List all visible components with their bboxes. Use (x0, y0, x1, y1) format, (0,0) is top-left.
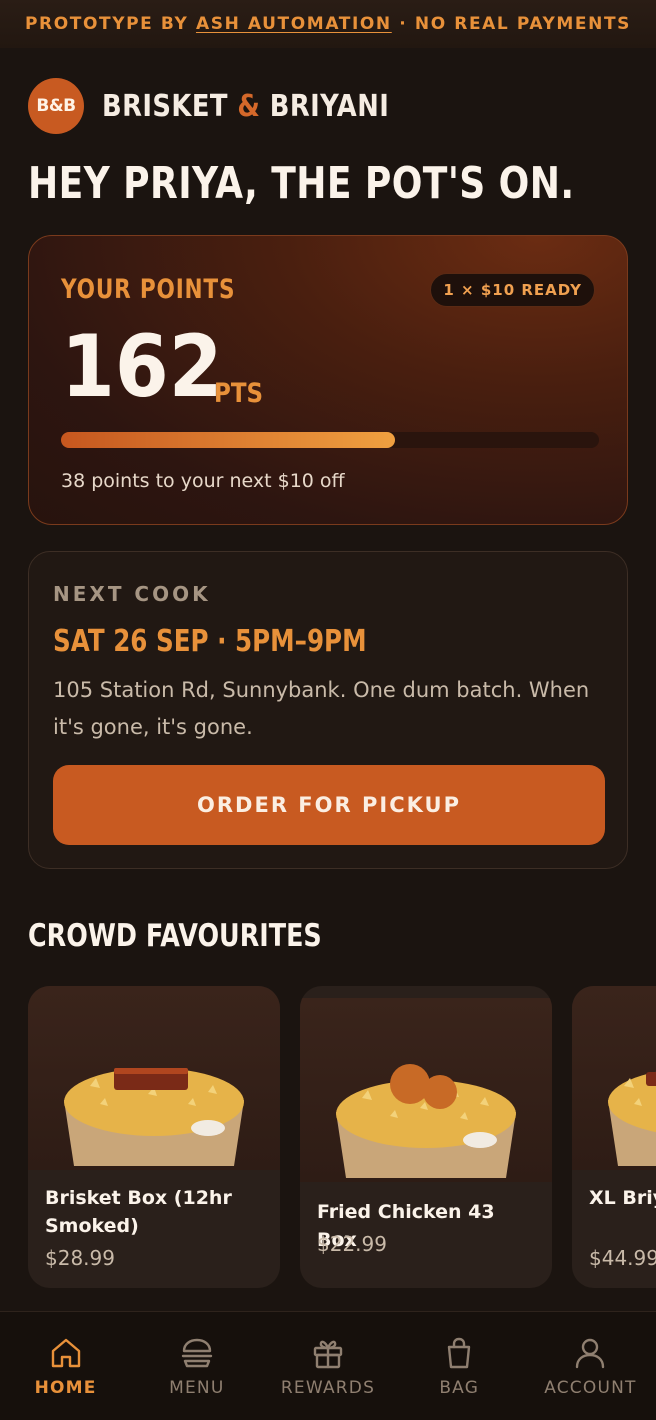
nav-bag[interactable]: BAG (394, 1312, 525, 1420)
brand-header[interactable]: B&B BRISKET & BRIYANI (28, 78, 436, 134)
points-unit: PTS (214, 378, 264, 409)
nav-label: HOME (34, 1378, 97, 1398)
fried-chicken-box-image (300, 998, 552, 1182)
brisket-box-image (28, 986, 280, 1170)
next-cook-date: SAT 26 SEP · 5PM–9PM (53, 624, 367, 659)
nav-home[interactable]: HOME (0, 1312, 131, 1420)
brand-logo: B&B (28, 78, 84, 134)
points-card[interactable]: YOUR POINTS 1 × $10 READY 162 PTS 38 poi… (28, 235, 628, 525)
food-card-xl-briyani[interactable]: XL Briyani Meats $44.99 (572, 986, 656, 1288)
food-card-brisket[interactable]: Brisket Box (12hr Smoked) $28.99 (28, 986, 280, 1288)
burger-icon (181, 1338, 212, 1368)
gift-icon (313, 1340, 343, 1369)
reward-ready-badge[interactable]: 1 × $10 READY (430, 273, 595, 307)
prototype-banner: PROTOTYPE BY ASH AUTOMATION · NO REAL PA… (0, 0, 656, 48)
brand-name: BRISKET & BRIYANI (102, 89, 389, 124)
points-value: 162 (61, 317, 223, 417)
points-note: 38 points to your next $10 off (61, 470, 345, 492)
nav-label: REWARDS (280, 1378, 376, 1398)
banner-prefix: PROTOTYPE BY (24, 14, 189, 34)
ash-automation-link[interactable]: ASH AUTOMATION (196, 14, 392, 34)
points-label: YOUR POINTS (61, 274, 236, 305)
brand-name-part2: BRIYANI (269, 88, 390, 124)
bottom-nav: HOME MENU REWARDS BAG ACCOUNT (0, 1311, 656, 1420)
order-for-pickup-button[interactable]: ORDER FOR PICKUP (53, 765, 605, 845)
brand-ampersand: & (237, 88, 261, 124)
next-cook-card: NEXT COOK SAT 26 SEP · 5PM–9PM 105 Stati… (28, 551, 628, 869)
food-price: $28.99 (45, 1246, 115, 1270)
nav-menu[interactable]: MENU (131, 1312, 262, 1420)
user-icon (576, 1338, 605, 1369)
crowd-favourites-title: CROWD FAVOURITES (28, 918, 322, 954)
food-name: Brisket Box (12hr Smoked) (45, 1187, 232, 1237)
home-icon (51, 1338, 80, 1368)
nav-label: BAG (439, 1378, 480, 1398)
food-price: $44.99 (589, 1246, 656, 1270)
xl-briyani-image (572, 986, 656, 1170)
next-cook-description: 105 Station Rd, Sunnybank. One dum batch… (53, 678, 590, 739)
food-name: XL Briyani Meats (589, 1187, 656, 1209)
food-price: $22.99 (317, 1232, 387, 1256)
points-progress-fill (61, 432, 395, 448)
brand-name-part1: BRISKET (102, 88, 228, 124)
greeting-heading: HEY PRIYA, THE POT'S ON. (28, 158, 575, 209)
nav-account[interactable]: ACCOUNT (525, 1312, 656, 1420)
nav-rewards[interactable]: REWARDS (262, 1312, 393, 1420)
nav-label: ACCOUNT (544, 1378, 637, 1398)
bag-icon (448, 1337, 471, 1369)
banner-suffix: · NO REAL PAYMENTS (399, 14, 632, 34)
next-cook-label: NEXT COOK (53, 582, 211, 606)
nav-label: MENU (169, 1378, 225, 1398)
favourites-carousel[interactable]: Brisket Box (12hr Smoked) $28.99 Fried C… (0, 986, 656, 1291)
points-progress-bar (61, 432, 599, 448)
food-card-fried-chicken[interactable]: Fried Chicken 43 Box $22.99 (300, 986, 552, 1288)
